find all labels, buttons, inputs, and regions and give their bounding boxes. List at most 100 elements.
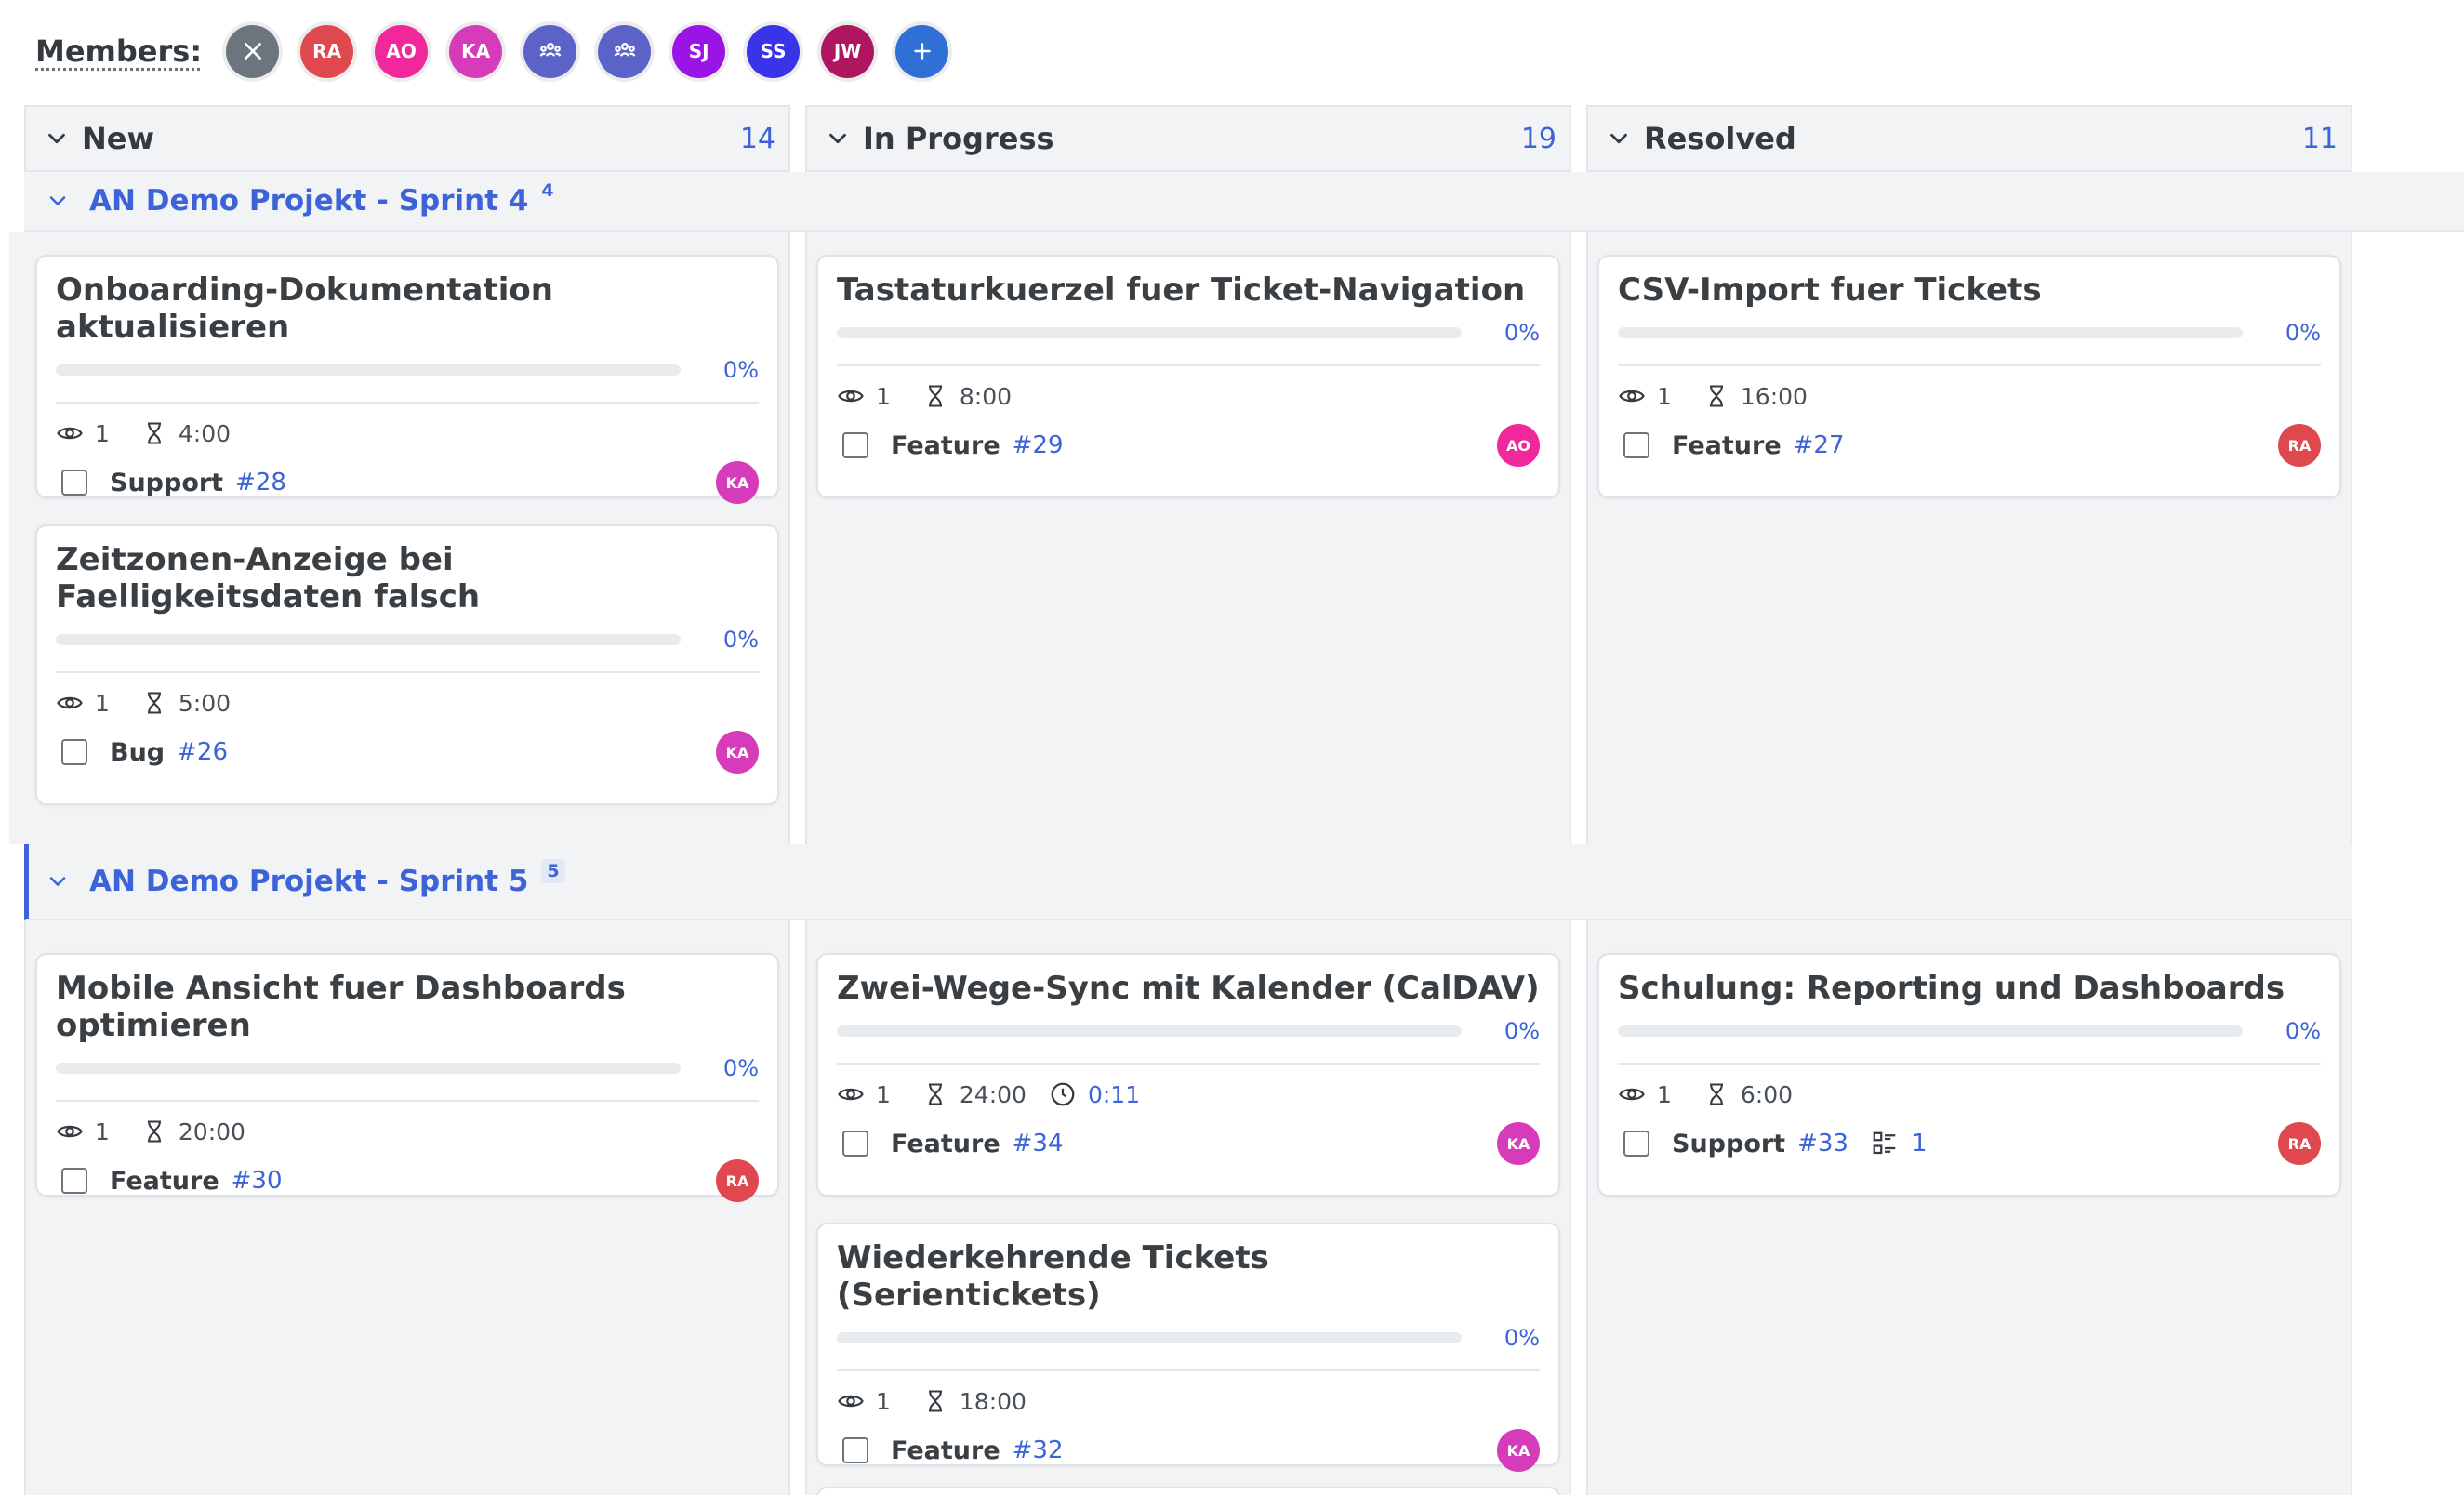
member-avatar-ao[interactable]: AO [375,24,429,78]
ticket-card[interactable]: Onboarding-Dokumentation aktualisieren 0… [35,255,779,504]
ticket-title[interactable]: Tastaturkuerzel fuer Ticket-Navigation [837,271,1540,309]
ticket-id-link[interactable]: #30 [232,1167,283,1195]
select-checkbox[interactable] [842,1131,868,1157]
ticket-card[interactable]: Zeitzonen-Anzeige bei Faelligkeitsdaten … [35,524,779,805]
ticket-card[interactable] [816,1487,1560,1495]
kanban-board: New 14 In Progress 19 Resolved 11 AN Dem… [9,105,2464,1495]
card-footer: Feature #27 RA [1618,424,2321,467]
ticket-card[interactable]: Schulung: Reporting und Dashboards 0% 1 … [1597,953,2341,1197]
member-avatar-sj[interactable]: SJ [672,24,726,78]
select-checkbox[interactable] [1623,1131,1649,1157]
progress-percent: 0% [722,627,759,653]
member-group-1[interactable] [523,24,577,78]
ticket-title[interactable]: CSV-Import fuer Tickets [1618,271,2321,309]
assignee-avatar[interactable]: RA [716,1159,759,1202]
watcher-count: 1 [876,1080,891,1108]
member-group-2[interactable] [598,24,652,78]
card-divider [56,671,759,673]
card-footer: Feature #34 KA [837,1122,1540,1165]
member-avatar-ka[interactable]: KA [449,24,503,78]
ticket-type: Feature [891,1129,1000,1158]
ticket-card[interactable]: Zwei-Wege-Sync mit Kalender (CalDAV) 0% … [816,953,1560,1197]
meta-row: 1 20:00 [56,1117,759,1146]
ticket-id-link[interactable]: #26 [177,738,228,766]
select-checkbox[interactable] [1623,432,1649,458]
progress-bar [56,634,681,645]
ticket-title[interactable]: Schulung: Reporting und Dashboards [1618,970,2321,1007]
swimlane-header-sprint-5[interactable]: AN Demo Projekt - Sprint 5 5 [24,844,2352,920]
clock-icon [1051,1082,1075,1106]
time-spent[interactable]: 0:11 [1088,1081,1140,1108]
ticket-id-link[interactable]: #33 [1797,1130,1848,1158]
column-header-in-progress[interactable]: In Progress 19 [805,105,1571,172]
eye-icon [57,1125,83,1138]
ticket-id-link[interactable]: #34 [1013,1130,1064,1158]
chevron-down-icon[interactable] [1605,125,1633,152]
add-member-button[interactable] [895,24,949,78]
ticket-title[interactable]: Zwei-Wege-Sync mit Kalender (CalDAV) [837,970,1540,1007]
swimlane-title: AN Demo Projekt - Sprint 5 [89,865,529,898]
ticket-title[interactable]: Zeitzonen-Anzeige bei Faelligkeitsdaten … [56,541,725,615]
card-footer: Feature #30 RA [56,1159,759,1202]
ticket-id-link[interactable]: #32 [1013,1436,1064,1464]
hourglass-icon [147,1120,161,1143]
column-header-resolved[interactable]: Resolved 11 [1586,105,2352,172]
kanban-page: Members: RA AO KA SJ SS JW New 14 In Pro… [0,0,2464,1495]
watcher-count: 1 [1657,382,1672,410]
ticket-title[interactable]: Onboarding-Dokumentation aktualisieren [56,271,759,346]
card-divider [56,1100,759,1102]
ticket-id-link[interactable]: #28 [235,469,286,496]
swimlane-header-sprint-4[interactable]: AN Demo Projekt - Sprint 4 4 [24,172,2464,232]
watcher-count: 1 [95,689,110,717]
ticket-id-link[interactable]: #29 [1013,431,1064,459]
progress-row: 0% [56,627,759,653]
estimate: 6:00 [1740,1080,1794,1108]
estimate: 16:00 [1740,382,1808,410]
ticket-card[interactable]: Tastaturkuerzel fuer Ticket-Navigation 0… [816,255,1560,498]
watcher-count: 1 [95,1118,110,1145]
estimate: 5:00 [178,689,232,717]
progress-row: 0% [837,1325,1540,1351]
assignee-avatar[interactable]: RA [2278,424,2321,467]
ticket-title[interactable]: Wiederkehrende Tickets (Serientickets) [837,1239,1540,1314]
card-footer: Support #28 KA [56,461,759,504]
estimate: 4:00 [178,419,232,447]
assignee-avatar[interactable]: RA [2278,1122,2321,1165]
ticket-card[interactable]: Wiederkehrende Tickets (Serientickets) 0… [816,1223,1560,1472]
progress-percent: 0% [722,357,759,383]
estimate: 18:00 [959,1387,1027,1415]
ticket-id-link[interactable]: #27 [1794,431,1845,459]
select-checkbox[interactable] [842,1437,868,1463]
assignee-avatar[interactable]: KA [716,731,759,774]
chevron-down-icon[interactable] [824,125,852,152]
eye-icon [57,696,83,709]
meta-row: 1 8:00 [837,381,1540,411]
member-avatar-jw[interactable]: JW [821,24,875,78]
assignee-avatar[interactable]: AO [1497,424,1540,467]
chevron-down-icon[interactable] [43,125,71,152]
select-checkbox[interactable] [61,470,87,496]
select-checkbox[interactable] [842,432,868,458]
members-bar: Members: RA AO KA SJ SS JW [0,0,2464,102]
card-footer: Support #33 1 RA [1618,1122,2321,1165]
chevron-down-icon[interactable] [45,868,71,894]
assignee-avatar[interactable]: KA [1497,1122,1540,1165]
select-checkbox[interactable] [61,1168,87,1194]
column-header-new[interactable]: New 14 [24,105,790,172]
member-avatar-ss[interactable]: SS [747,24,801,78]
assignee-avatar[interactable]: KA [1497,1429,1540,1472]
ticket-title[interactable]: Mobile Ansicht fuer Dashboards optimiere… [56,970,759,1044]
select-checkbox[interactable] [61,739,87,765]
assignee-avatar[interactable]: KA [716,461,759,504]
group-icon [614,42,636,57]
ticket-card[interactable]: Mobile Ansicht fuer Dashboards optimiere… [35,953,779,1202]
hourglass-icon [147,692,161,714]
subtask-count: 1 [1911,1130,1927,1158]
subtasks-indicator[interactable]: 1 [1871,1130,1927,1158]
member-avatar-ra[interactable]: RA [300,24,354,78]
ticket-card[interactable]: CSV-Import fuer Tickets 0% 1 16:00 Featu… [1597,255,2341,498]
progress-percent: 0% [1504,320,1540,346]
chevron-down-icon[interactable] [45,188,71,214]
hourglass-icon [1709,1083,1723,1105]
clear-filter-button[interactable] [226,24,280,78]
